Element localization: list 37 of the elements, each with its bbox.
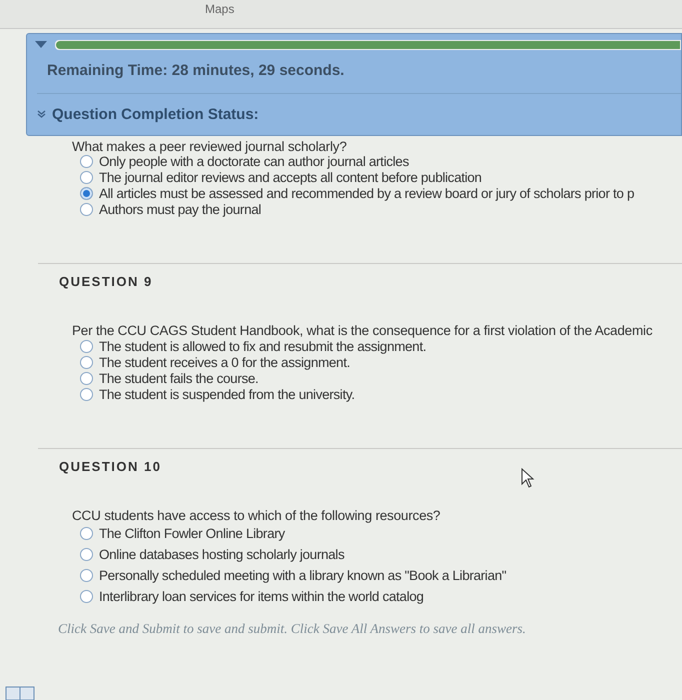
remaining-time: Remaining Time: 28 minutes, 29 seconds. [47, 62, 346, 79]
instructions-text: Click Save and Submit to save and submit. Click Save All Answers to save all answers. [58, 621, 527, 637]
question-text: CCU students have access to which of the following resources? [72, 508, 442, 523]
option-label: The student is suspended from the university. [99, 386, 355, 402]
radio-button[interactable] [80, 548, 93, 561]
radio-button[interactable] [80, 372, 93, 384]
radio-button[interactable] [80, 154, 93, 168]
radio-button[interactable] [80, 202, 93, 216]
completion-status-label[interactable]: Question Completion Status: [52, 106, 259, 123]
radio-button[interactable] [80, 356, 93, 368]
option-label: Personally scheduled meeting with a library known as "Book a Librarian" [99, 568, 506, 583]
option-label: The student receives a 0 for the assignment. [99, 354, 350, 370]
radio-button[interactable] [80, 527, 93, 540]
option-label: The Clifton Fowler Online Library [99, 526, 285, 541]
radio-button[interactable] [80, 569, 93, 582]
option-label: The journal editor reviews and accepts all content before publication [99, 170, 482, 184]
mouse-pointer-icon [521, 468, 535, 488]
option-label: Online databases hosting scholarly journals [99, 547, 344, 562]
option-label: All articles must be assessed and recommended by a review board or jury of scholars prior to p [99, 186, 634, 200]
option-label: Interlibrary loan services for items within the world catalog [99, 589, 424, 604]
radio-button[interactable] [80, 388, 93, 400]
question-heading: QUESTION 9 [59, 274, 154, 289]
radio-button[interactable] [80, 590, 93, 603]
window-icon [5, 686, 35, 700]
question-text: Per the CCU CAGS Student Handbook, what is the consequence for a first violation of the Academic [72, 323, 654, 338]
maps-tab[interactable]: Maps [205, 0, 234, 16]
option-label: Only people with a doctorate can author journal articles [99, 154, 409, 168]
question-heading: QUESTION 10 [59, 459, 162, 474]
option-label: The student fails the course. [99, 370, 258, 386]
option-label: The student is allowed to fix and resubmit the assignment. [99, 338, 426, 354]
collapse-triangle-icon[interactable] [35, 41, 47, 49]
radio-button[interactable] [80, 340, 93, 352]
double-chevron-icon[interactable] [37, 110, 46, 119]
question-text: What makes a peer reviewed journal scholarly? [72, 140, 348, 153]
option-label: Authors must pay the journal [99, 202, 262, 216]
radio-button[interactable] [80, 186, 93, 200]
radio-button[interactable] [80, 170, 93, 184]
